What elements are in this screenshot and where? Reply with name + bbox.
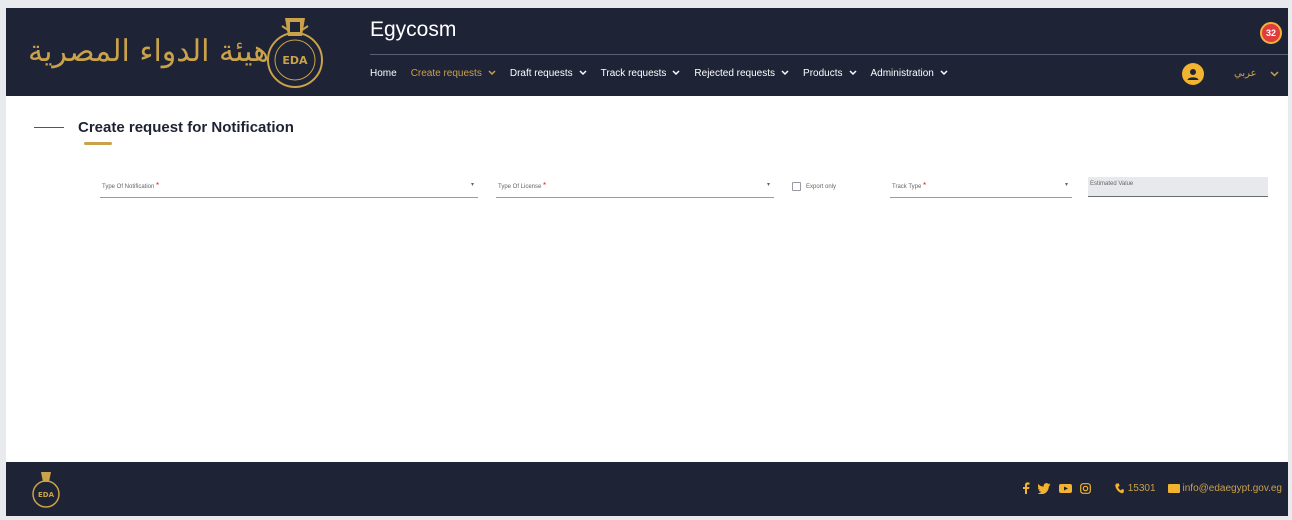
- top-header: هيئة الدواء المصرية EDA Egycosm Home Cre…: [6, 8, 1288, 96]
- chevron-down-icon: [781, 70, 789, 76]
- nav-item-label: Products: [803, 67, 843, 79]
- chevron-down-icon: [579, 70, 587, 76]
- logo-arabic-text: هيئة الدواء المصرية: [28, 34, 270, 69]
- page-title: Create request for Notification: [78, 119, 294, 136]
- nav-item-home[interactable]: Home: [370, 68, 397, 79]
- youtube-icon[interactable]: [1058, 483, 1072, 493]
- phone-icon: [1115, 483, 1124, 493]
- field-label: Type Of License *: [498, 181, 547, 190]
- person-icon: [1187, 69, 1199, 80]
- page-frame: هيئة الدواء المصرية EDA Egycosm Home Cre…: [6, 8, 1288, 516]
- app-title[interactable]: Egycosm: [370, 18, 456, 42]
- dropdown-arrow-icon: ▾: [766, 182, 770, 188]
- user-avatar-icon[interactable]: [1182, 63, 1204, 85]
- notification-count-badge: 32: [1265, 28, 1276, 38]
- facebook-icon[interactable]: [1022, 482, 1030, 494]
- chevron-down-icon: [488, 70, 496, 76]
- footer: EDA 15301 info@edaegypt.gov.eg: [6, 462, 1288, 516]
- eda-footer-logo[interactable]: EDA: [28, 470, 64, 508]
- footer-logo-text: EDA: [38, 491, 55, 499]
- nav-item-label: Draft requests: [509, 67, 573, 79]
- nav-item-draft-requests[interactable]: Draft requests: [510, 68, 587, 79]
- main-nav: Home Create requests Draft requests Trac…: [370, 66, 962, 80]
- eda-seal-logo[interactable]: EDA: [252, 14, 338, 90]
- title-accent-bar: [84, 142, 112, 145]
- nav-item-products[interactable]: Products: [803, 67, 857, 79]
- nav-item-label: Track requests: [600, 67, 667, 79]
- nav-divider: [370, 54, 1288, 55]
- chevron-down-icon: [848, 70, 857, 76]
- nav-item-label: Home: [370, 67, 397, 79]
- estimated-value-field: Estimated Value: [1088, 177, 1268, 197]
- nav-item-label: Rejected requests: [694, 67, 776, 79]
- social-links: [1022, 482, 1099, 494]
- field-label: Track Type *: [892, 181, 927, 190]
- nav-item-track-requests[interactable]: Track requests: [601, 68, 681, 79]
- nav-item-create-requests[interactable]: Create requests: [411, 68, 496, 79]
- notification-bell-icon[interactable]: 32: [1260, 22, 1282, 44]
- instagram-icon[interactable]: [1079, 482, 1091, 494]
- track-type-select[interactable]: Track Type * ▾: [890, 178, 1072, 198]
- nav-item-label: Administration: [870, 67, 934, 79]
- title-decor-line: [34, 127, 64, 128]
- seal-text: EDA: [282, 54, 308, 67]
- field-label: Estimated Value: [1090, 181, 1134, 187]
- footer-contact: 15301 info@edaegypt.gov.eg: [1022, 482, 1282, 494]
- type-of-notification-select[interactable]: Type Of Notification * ▾: [100, 178, 478, 198]
- chevron-down-icon: [672, 70, 680, 76]
- type-of-license-select[interactable]: Type Of License * ▾: [496, 178, 774, 198]
- nav-item-administration[interactable]: Administration: [871, 68, 948, 79]
- twitter-icon[interactable]: [1037, 482, 1051, 494]
- checkbox-box[interactable]: [792, 182, 801, 191]
- phone-number[interactable]: 15301: [1128, 483, 1156, 494]
- checkbox-label: Export only: [806, 183, 837, 190]
- export-only-checkbox[interactable]: Export only: [792, 182, 836, 191]
- nav-item-label: Create requests: [410, 67, 482, 79]
- chevron-down-icon: [940, 70, 948, 76]
- dropdown-arrow-icon: ▾: [470, 182, 474, 188]
- field-label: Type Of Notification *: [102, 181, 160, 190]
- chevron-down-icon[interactable]: [1270, 71, 1279, 77]
- nav-item-rejected-requests[interactable]: Rejected requests: [694, 68, 789, 79]
- dropdown-arrow-icon: ▾: [1064, 182, 1068, 188]
- email-icon: [1167, 483, 1180, 493]
- email-link[interactable]: info@edaegypt.gov.eg: [1183, 483, 1282, 494]
- language-switch[interactable]: عربي: [1234, 68, 1257, 79]
